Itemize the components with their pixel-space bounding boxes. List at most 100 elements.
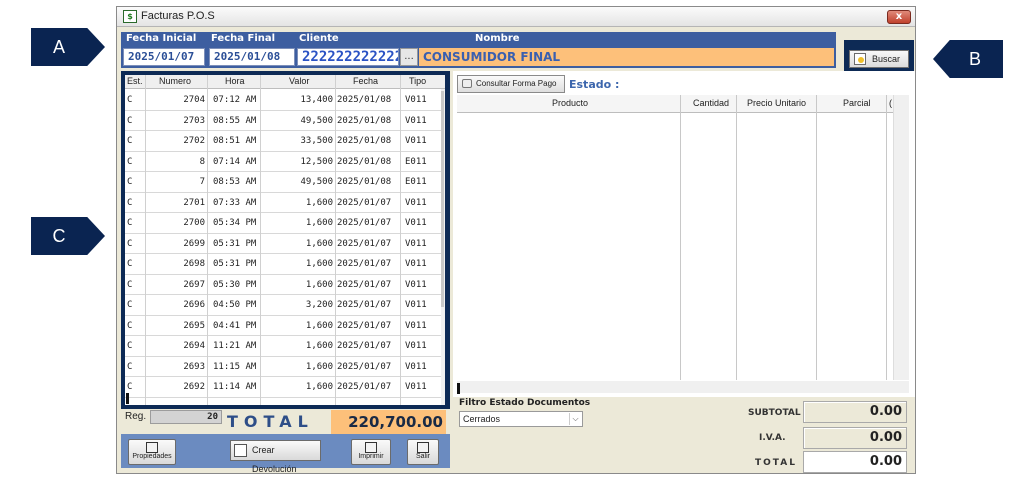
table-cell: 1,600 — [305, 341, 333, 351]
table-cell: 1,600 — [305, 382, 333, 392]
detalle-grid-hscrollbar[interactable] — [457, 381, 909, 393]
fecha-final-label: Fecha Final — [211, 33, 276, 44]
close-button[interactable]: x — [887, 10, 911, 24]
table-cell: C — [127, 218, 133, 228]
table-row[interactable]: C 2701 07:33 AM 1,600 2025/01/07 V011 — [125, 193, 441, 213]
table-row[interactable]: C 2694 11:21 AM 1,600 2025/01/07 V011 — [125, 336, 441, 357]
iva-value: 0.00 — [803, 427, 907, 449]
table-cell: 2025/01/07 — [337, 218, 392, 228]
table-cell: 2025/01/07 — [337, 341, 392, 351]
col-precio-unitario: Precio Unitario — [747, 98, 807, 108]
payment-icon — [462, 79, 472, 88]
table-row[interactable]: C 2702 08:51 AM 33,500 2025/01/08 V011 — [125, 131, 441, 152]
table-cell: 1,600 — [305, 197, 333, 208]
table-cell: V011 — [405, 320, 427, 331]
table-row[interactable]: C 2696 04:50 PM 3,200 2025/01/07 V011 — [125, 295, 441, 316]
app-icon: $ — [123, 10, 137, 23]
table-row[interactable]: C 2703 08:55 AM 49,500 2025/01/08 V011 — [125, 111, 441, 131]
col-numero: Numero — [159, 76, 192, 86]
table-cell: 2025/01/07 — [337, 238, 392, 249]
table-row[interactable]: C 2692 11:14 AM 1,600 2025/01/07 V011 — [125, 377, 441, 398]
right-total-label: TOTAL — [755, 458, 797, 468]
buscar-button[interactable]: Buscar — [849, 50, 909, 68]
table-cell: C — [127, 115, 133, 126]
table-row[interactable]: C 2695 04:41 PM 1,600 2025/01/07 V011 — [125, 316, 441, 336]
filtro-estado-select[interactable]: Cerrados ⌵ — [459, 411, 583, 427]
table-cell: C — [127, 279, 133, 290]
table-cell: C — [127, 136, 133, 146]
buscar-label: Buscar — [872, 54, 901, 64]
col-valor: Valor — [289, 76, 310, 86]
col-producto: Producto — [552, 98, 589, 108]
fecha-inicial-label: Fecha Inicial — [126, 33, 197, 44]
table-cell: 2025/01/08 — [337, 95, 392, 105]
facturas-grid[interactable]: Est. Numero Hora Valor Fecha Tipo C 2704 0… — [125, 75, 445, 405]
table-cell: 2025/01/07 — [337, 320, 392, 331]
facturas-grid-header: Est. Numero Hora Valor Fecha Tipo — [125, 75, 445, 89]
table-cell: C — [127, 156, 133, 167]
table-cell: V011 — [405, 238, 427, 249]
total-label: TOTAL — [227, 412, 314, 431]
table-row[interactable]: C 7 08:53 AM 49,500 2025/01/08 E011 — [125, 172, 441, 193]
table-row[interactable]: C 2700 05:34 PM 1,600 2025/01/07 V011 — [125, 213, 441, 234]
title-bar[interactable]: $ Facturas P.O.S x — [117, 7, 915, 27]
table-cell: C — [127, 382, 133, 392]
right-total-value: 0.00 — [803, 451, 907, 473]
table-cell: 2025/01/07 — [337, 259, 392, 269]
table-cell: V011 — [405, 95, 427, 105]
chevron-down-icon: ⌵ — [569, 413, 581, 425]
total-value: 220,700.00 — [331, 410, 446, 434]
facturas-grid-scroll-thumb[interactable] — [441, 91, 444, 307]
imprimir-button[interactable]: Imprimir — [351, 439, 391, 465]
table-cell: 04:50 PM — [213, 300, 257, 310]
table-cell: 2695 — [183, 320, 205, 331]
table-cell: 2025/01/07 — [337, 361, 392, 372]
table-cell: 2692 — [183, 382, 205, 392]
table-cell: C — [127, 177, 133, 187]
detalle-grid-header: Producto Cantidad Precio Unitario Parcia… — [457, 95, 909, 113]
propiedades-label: Propiedades — [132, 453, 172, 460]
salir-button[interactable]: Salir — [407, 439, 439, 465]
filter-header: Fecha Inicial Fecha Final Cliente Nombre… — [121, 32, 836, 68]
table-cell: V011 — [405, 218, 427, 228]
table-row[interactable]: C 2693 11:15 AM 1,600 2025/01/07 V011 — [125, 357, 441, 377]
cliente-lookup-button[interactable]: ... — [400, 48, 418, 66]
table-cell: V011 — [405, 197, 427, 208]
crear-devolucion-button[interactable]: Crear Devolución — [230, 440, 321, 474]
propiedades-button[interactable]: Propiedades — [128, 439, 176, 465]
filtro-estado-value: Cerrados — [463, 414, 501, 424]
table-row[interactable]: C 2704 07:12 AM 13,400 2025/01/08 V011 — [125, 90, 441, 111]
table-row[interactable]: C 2698 05:31 PM 1,600 2025/01/07 V011 — [125, 254, 441, 275]
cliente-input[interactable]: 222222222222 — [297, 48, 399, 66]
table-cell: C — [127, 238, 133, 249]
table-cell: 05:34 PM — [213, 218, 257, 228]
reg-label: Reg. — [125, 411, 147, 422]
table-cell: 2702 — [183, 136, 205, 146]
fecha-final-input[interactable]: 2025/01/08 — [209, 48, 295, 66]
table-cell: 2699 — [183, 238, 205, 249]
callout-a: A — [31, 28, 105, 66]
salir-label: Salir — [415, 453, 430, 460]
table-cell: C — [127, 259, 133, 269]
table-row[interactable]: C 2699 05:31 PM 1,600 2025/01/07 V011 — [125, 234, 441, 254]
fecha-inicial-input[interactable]: 2025/01/07 — [123, 48, 205, 66]
table-cell: 1,600 — [305, 320, 333, 331]
table-cell: 1,600 — [305, 238, 333, 249]
table-cell: 2693 — [183, 361, 205, 372]
table-cell: 1,600 — [305, 218, 333, 228]
row-marker — [126, 393, 129, 404]
subtotal-value: 0.00 — [803, 401, 907, 423]
consultar-forma-pago-button[interactable]: Consultar Forma Pago — [457, 75, 565, 93]
table-cell: 7 — [199, 177, 205, 187]
table-cell: 05:31 PM — [213, 259, 257, 269]
table-row[interactable]: C 2697 05:30 PM 1,600 2025/01/07 V011 — [125, 275, 441, 295]
detalle-grid-scrollbar[interactable] — [893, 95, 909, 380]
col-extra: ( — [889, 98, 892, 108]
table-cell: 33,500 — [300, 136, 333, 146]
table-row[interactable]: C 8 07:14 AM 12,500 2025/01/08 E011 — [125, 152, 441, 172]
table-cell: 05:30 PM — [213, 279, 257, 290]
table-cell: 2701 — [183, 197, 205, 208]
table-cell: 11:14 AM — [213, 382, 257, 392]
table-cell: 05:31 PM — [213, 238, 257, 249]
table-cell: 2697 — [183, 279, 205, 290]
